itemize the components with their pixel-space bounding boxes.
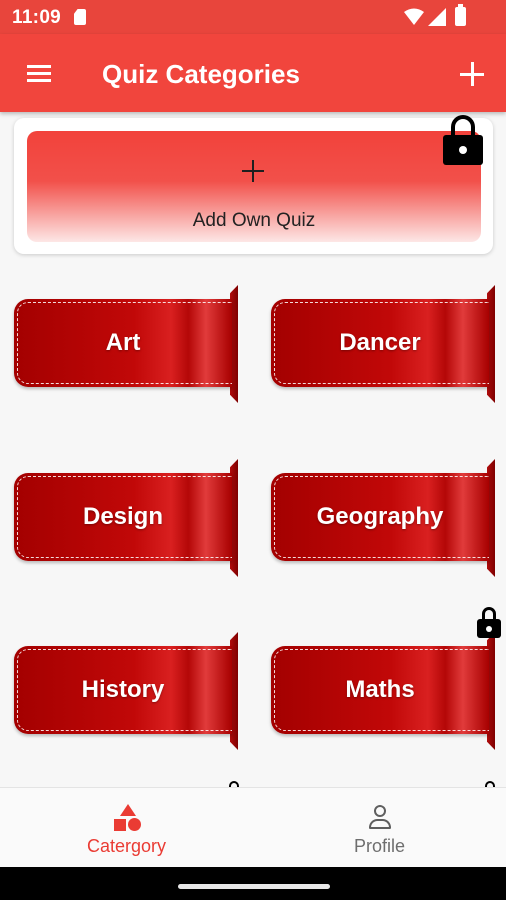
category-shapes-icon	[114, 804, 142, 832]
category-history[interactable]: History	[14, 632, 238, 750]
category-label: Maths	[345, 676, 415, 703]
sim-card-icon	[74, 9, 86, 25]
menu-icon[interactable]	[24, 63, 54, 85]
category-label: Design	[82, 503, 163, 530]
add-own-quiz-card: Add Own Quiz	[14, 118, 493, 254]
category-maths[interactable]: Maths	[271, 632, 495, 750]
category-label: History	[81, 676, 165, 703]
bottom-navigation: Catergory Profile	[0, 787, 506, 867]
category-label: Art	[105, 329, 141, 356]
cellular-signal-icon	[428, 8, 446, 26]
category-dancer[interactable]: Dancer	[271, 285, 495, 403]
app-bar: Quiz Categories	[0, 34, 506, 112]
status-bar: 11:09	[0, 0, 506, 34]
plus-icon	[242, 160, 264, 182]
lock-icon	[443, 115, 483, 165]
nav-item-profile[interactable]: Profile	[253, 788, 506, 868]
category-design[interactable]: Design	[14, 459, 238, 577]
home-gesture-handle[interactable]	[178, 884, 330, 889]
add-own-quiz-button[interactable]: Add Own Quiz	[27, 131, 481, 242]
system-gesture-bar	[0, 867, 506, 900]
add-icon[interactable]	[458, 60, 486, 88]
nav-label: Catergory	[86, 836, 167, 856]
lock-icon	[477, 607, 501, 638]
category-label: Dancer	[339, 329, 421, 356]
wifi-icon	[404, 8, 424, 25]
nav-item-category[interactable]: Catergory	[0, 788, 253, 868]
page-title: Quiz Categories	[102, 59, 300, 89]
add-own-quiz-label: Add Own Quiz	[192, 210, 316, 231]
category-art[interactable]: Art	[14, 285, 238, 403]
battery-icon	[455, 4, 466, 26]
category-geography[interactable]: Geography	[271, 459, 495, 577]
nav-label: Profile	[353, 836, 406, 856]
person-icon	[367, 804, 393, 830]
status-time: 11:09	[12, 7, 62, 28]
category-label: Geography	[316, 503, 444, 530]
